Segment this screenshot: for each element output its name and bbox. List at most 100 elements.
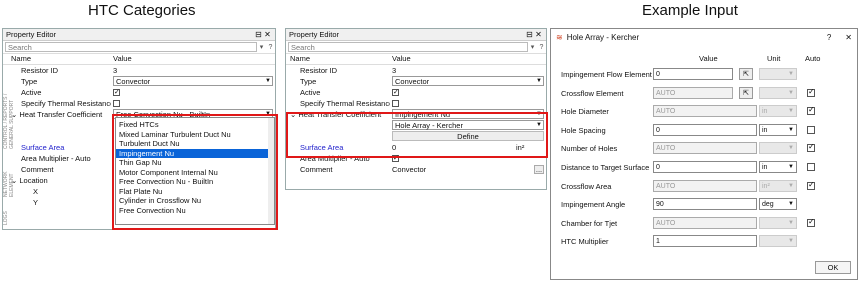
left-title: Property Editor <box>6 30 57 39</box>
auto-checkbox[interactable] <box>807 217 815 227</box>
help-icon[interactable]: ? <box>827 33 831 42</box>
field-input[interactable]: 90 <box>653 198 757 211</box>
field-input[interactable]: AUTO <box>653 216 757 229</box>
chevron-down-icon: ▼ <box>788 126 794 133</box>
unit-select: ▼ <box>759 235 797 248</box>
field-input[interactable]: AUTO <box>653 179 757 192</box>
prop-row[interactable]: Resistor ID 3 <box>286 65 546 76</box>
prop-row[interactable]: Specify Thermal Resistance <box>286 98 546 109</box>
pin-icon[interactable]: ⊟ <box>525 30 534 39</box>
dialog-header: Value Unit Auto <box>557 54 851 66</box>
close-icon[interactable]: ✕ <box>534 30 543 39</box>
field-label: Crossflow Element <box>561 88 624 98</box>
help-icon[interactable]: ? <box>537 44 546 51</box>
chevron-down-icon: ▼ <box>788 145 794 152</box>
prop-row[interactable]: Type Convector ▼ <box>286 76 546 87</box>
chevron-down-icon: ▼ <box>788 108 794 115</box>
close-icon[interactable]: ✕ <box>845 33 852 42</box>
ok-button[interactable]: OK <box>815 261 851 274</box>
auto-checkbox[interactable] <box>807 142 815 153</box>
dialog-body: Impingement Flow Element 0 ⇱ ▼ Crossflow Ele… <box>557 66 851 256</box>
dropdown-icon[interactable]: ▾ <box>528 43 537 51</box>
picker-icon[interactable]: ⇱ <box>739 68 753 80</box>
field-input[interactable]: 0 <box>653 123 757 136</box>
pin-icon[interactable]: ⊟ <box>254 30 263 39</box>
field-label: Chamber for Tjet <box>561 218 618 228</box>
auto-checkbox[interactable] <box>807 163 815 171</box>
dropdown-icon[interactable]: ▾ <box>257 43 266 51</box>
prop-name: Area Multiplier - Auto <box>21 154 91 163</box>
picker-icon[interactable]: ⇱ <box>739 86 753 99</box>
chevron-down-icon: ▼ <box>788 89 794 96</box>
unit-value: in <box>762 126 768 134</box>
prop-row[interactable]: Type Convector ▼ <box>3 76 275 87</box>
prop-name: Comment <box>300 165 333 174</box>
prop-name: Resistor ID <box>21 66 59 75</box>
help-icon[interactable]: ? <box>266 44 275 51</box>
prop-value: 3 <box>392 66 397 75</box>
unit-select[interactable]: deg ▼ <box>759 198 797 211</box>
prop-value: 3 <box>113 66 118 75</box>
prop-name: Specify Thermal Resistance <box>300 99 390 108</box>
field-input[interactable]: AUTO <box>653 105 757 118</box>
mid-search-input[interactable]: Search <box>288 42 528 52</box>
active-checkbox[interactable] <box>113 87 120 98</box>
chevron-down-icon: ▼ <box>536 77 542 84</box>
prop-name: Location <box>19 176 48 185</box>
field-input[interactable]: AUTO <box>653 142 757 155</box>
auto-checkbox[interactable] <box>807 125 815 134</box>
auto-checkbox[interactable] <box>807 105 815 116</box>
field-label: Distance to Target Surface <box>561 163 650 172</box>
field-input[interactable]: 0 <box>653 161 757 173</box>
chevron-down-icon: ▼ <box>788 71 794 77</box>
field-input[interactable]: AUTO <box>653 86 733 99</box>
left-titlebar: Property Editor ⊟ ✕ <box>3 29 275 41</box>
prop-name: Specify Thermal Resistance <box>21 99 111 108</box>
type-dropdown[interactable]: Convector ▼ <box>113 76 273 86</box>
field-label: Hole Diameter <box>561 107 609 117</box>
field-label: Impingement Flow Element <box>561 70 652 79</box>
close-icon[interactable]: ✕ <box>263 30 272 39</box>
unit-value: in <box>762 164 768 171</box>
ellipsis-button[interactable]: ... <box>534 165 544 174</box>
left-search-input[interactable]: Search <box>5 42 257 52</box>
field-input[interactable]: 1 <box>653 235 757 248</box>
unit-select[interactable]: in ▼ <box>759 123 797 136</box>
unit-select[interactable]: in ▼ <box>759 105 797 118</box>
unit-select[interactable]: in² ▼ <box>759 179 797 192</box>
prop-row[interactable]: Specify Thermal Resistance <box>3 98 275 109</box>
prop-name: Active <box>300 88 321 97</box>
unit-value: in² <box>762 182 770 190</box>
unit-select[interactable]: in ▼ <box>759 161 797 173</box>
dialog-row: Distance to Target Surface 0 in ▼ <box>557 159 851 176</box>
unit-select: ▼ <box>759 68 797 80</box>
field-label: Impingement Angle <box>561 200 626 210</box>
side-tab-3[interactable]: LOGS <box>3 205 9 225</box>
active-checkbox[interactable] <box>392 87 399 98</box>
prop-value: Convector <box>392 165 427 174</box>
thermal-resistance-checkbox[interactable] <box>113 100 120 107</box>
mid-header: Name Value <box>286 54 546 65</box>
field-input[interactable]: 0 <box>653 68 733 80</box>
dialog-row: Number of Holes AUTO ▼ <box>557 140 851 157</box>
chevron-down-icon: ▼ <box>265 77 271 84</box>
dialog-row: Hole Diameter AUTO in ▼ <box>557 103 851 120</box>
hole-array-dialog: ≋ Hole Array - Kercher ? ✕ Value Unit Au… <box>550 28 858 280</box>
prop-name: Type <box>21 77 38 86</box>
chevron-down-icon: ▼ <box>788 219 794 226</box>
field-label: Number of Holes <box>561 144 618 154</box>
col-auto: Auto <box>805 54 821 63</box>
auto-checkbox[interactable] <box>807 87 815 97</box>
type-dropdown[interactable]: Convector ▼ <box>392 76 544 86</box>
prop-name: Comment <box>21 165 54 174</box>
auto-checkbox[interactable] <box>807 180 815 190</box>
htc-categories-heading: HTC Categories <box>88 2 196 19</box>
prop-row[interactable]: Comment Convector... <box>286 164 546 175</box>
prop-row[interactable]: Resistor ID 3 <box>3 65 275 76</box>
mid-search-bar: Search ▾? <box>286 41 546 54</box>
prop-name: Type <box>300 77 317 86</box>
prop-name: Active <box>21 88 42 97</box>
thermal-resistance-checkbox[interactable] <box>392 100 399 107</box>
prop-row[interactable]: Active <box>286 87 546 98</box>
prop-row[interactable]: Active <box>3 87 275 98</box>
